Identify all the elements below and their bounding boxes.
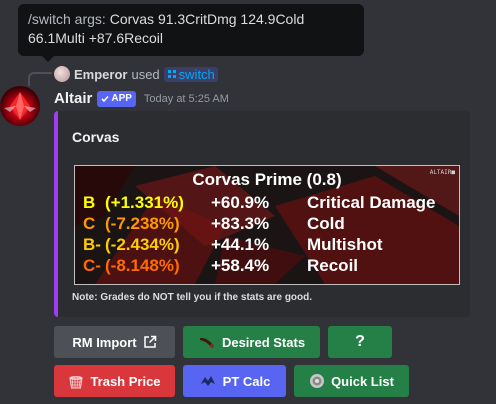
stat-delta: (-8.148%) <box>105 256 180 275</box>
trash-basket-icon <box>69 376 84 389</box>
desired-stats-button[interactable]: Desired Stats <box>183 326 320 358</box>
creature-icon <box>200 376 215 386</box>
crystal-icon <box>4 92 36 120</box>
tooltip-line-1: /switch args: Corvas 91.3CritDmg 124.9Co… <box>28 10 354 29</box>
command-link[interactable]: switch <box>163 66 218 82</box>
author-name[interactable]: Altair <box>54 90 92 107</box>
riven-stat-card[interactable]: ALTAIR■ Corvas Prime (0.8) B (+1.331%) +… <box>74 165 460 285</box>
stat-name: Cold <box>307 214 345 233</box>
verified-check-icon <box>101 95 109 102</box>
tooltip-args-2: 66.1Multi +87.6Recoil <box>28 30 164 46</box>
stat-row: C (-7.238%) +83.3% Cold <box>83 214 453 236</box>
tooltip-args-1: Corvas 91.3CritDmg 124.9Cold <box>109 11 305 27</box>
command-args-tooltip: /switch args: Corvas 91.3CritDmg 124.9Co… <box>18 4 364 56</box>
stat-value: +44.1% <box>211 235 270 254</box>
stat-grade: B- <box>83 235 101 254</box>
app-badge: APP <box>97 90 136 107</box>
embed-title: Corvas <box>72 129 120 145</box>
tooltip-caret <box>42 56 54 62</box>
reply-used-text: used <box>131 66 160 82</box>
rm-import-button[interactable]: RM Import <box>54 326 175 358</box>
stat-name: Multishot <box>307 235 383 254</box>
weapon-icon <box>199 337 214 348</box>
desired-stats-label: Desired Stats <box>221 334 306 350</box>
stat-delta: (-2.434%) <box>105 235 180 254</box>
reply-context[interactable]: Emperor used switch <box>54 65 218 83</box>
stat-delta: (+1.331%) <box>105 193 184 212</box>
stat-row: B (+1.331%) +60.9% Critical Damage <box>83 193 453 215</box>
stat-name: Recoil <box>307 256 359 275</box>
message-timestamp[interactable]: Today at 5:25 AM <box>144 93 229 105</box>
stat-delta: (-7.238%) <box>105 214 180 233</box>
help-button[interactable]: ? <box>328 326 392 358</box>
stat-value: +60.9% <box>211 193 270 212</box>
stat-grade: C- <box>83 256 101 275</box>
pt-calc-button[interactable]: PT Calc <box>183 365 286 397</box>
quick-list-button[interactable]: Quick List <box>294 365 409 397</box>
rm-import-label: RM Import <box>72 334 137 350</box>
stat-grade: C <box>83 214 96 233</box>
reply-connector <box>28 72 52 86</box>
grades-note: Note: Grades do NOT tell you if the stat… <box>72 292 313 303</box>
command-name[interactable]: switch <box>179 67 215 82</box>
stat-grade: B <box>83 193 96 212</box>
app-badge-label: APP <box>111 93 132 104</box>
stat-value: +83.3% <box>211 214 270 233</box>
altair-avatar[interactable] <box>0 86 40 126</box>
trash-price-label: Trash Price <box>90 373 161 389</box>
card-title: Corvas Prime (0.8) <box>192 170 342 189</box>
trash-price-button[interactable]: Trash Price <box>54 365 175 397</box>
stat-row: B- (-2.434%) +44.1% Multishot <box>83 235 453 257</box>
external-link-icon <box>143 335 156 348</box>
quick-list-label: Quick List <box>331 373 394 389</box>
stat-name: Critical Damage <box>307 193 436 212</box>
message-header: Altair APP Today at 5:25 AM <box>54 90 229 107</box>
emperor-avatar[interactable] <box>54 66 70 82</box>
stat-value: +58.4% <box>211 256 270 275</box>
pt-calc-label: PT Calc <box>222 373 271 389</box>
help-label: ? <box>355 333 365 350</box>
stats-embed: Corvas ALTAIR■ Corvas Prime (0.8) B (+1.… <box>54 111 470 317</box>
reply-username[interactable]: Emperor <box>74 67 127 82</box>
tooltip-command: /switch args: <box>28 11 106 27</box>
ducat-icon <box>310 374 325 388</box>
slash-command-icon <box>167 70 176 78</box>
stat-row: C- (-8.148%) +58.4% Recoil <box>83 256 453 278</box>
